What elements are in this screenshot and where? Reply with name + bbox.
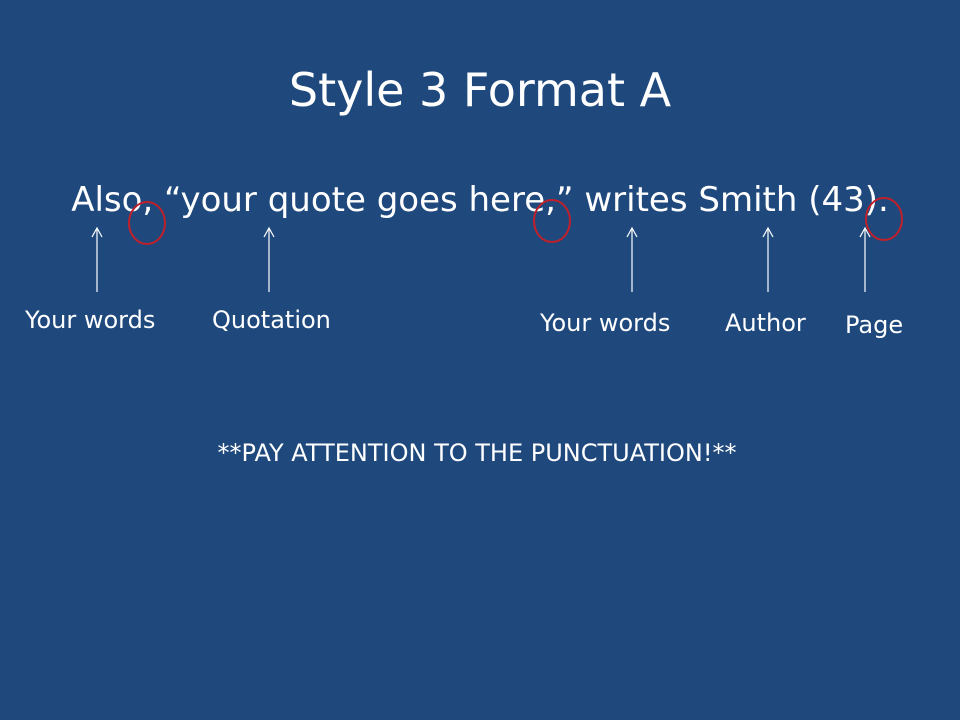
label-your-words-2: Your words — [540, 309, 671, 337]
arrow-quotation — [263, 226, 275, 292]
punctuation-note: **PAY ATTENTION TO THE PUNCTUATION!** — [217, 439, 737, 467]
arrow-your-words-1 — [91, 226, 103, 292]
label-page: Page — [845, 311, 904, 339]
slide: Style 3 Format A Also, “your quote goes … — [0, 0, 960, 720]
annotation-overlay — [91, 197, 903, 292]
label-author: Author — [725, 309, 806, 337]
label-quotation: Quotation — [212, 306, 331, 334]
arrow-page — [859, 226, 871, 292]
arrow-author — [762, 226, 774, 292]
punctuation-circle-comma-1 — [128, 201, 166, 245]
label-your-words-1: Your words — [25, 306, 156, 334]
punctuation-circle-comma-2 — [533, 199, 571, 243]
punctuation-circle-period — [865, 197, 903, 241]
arrow-your-words-2 — [626, 226, 638, 292]
